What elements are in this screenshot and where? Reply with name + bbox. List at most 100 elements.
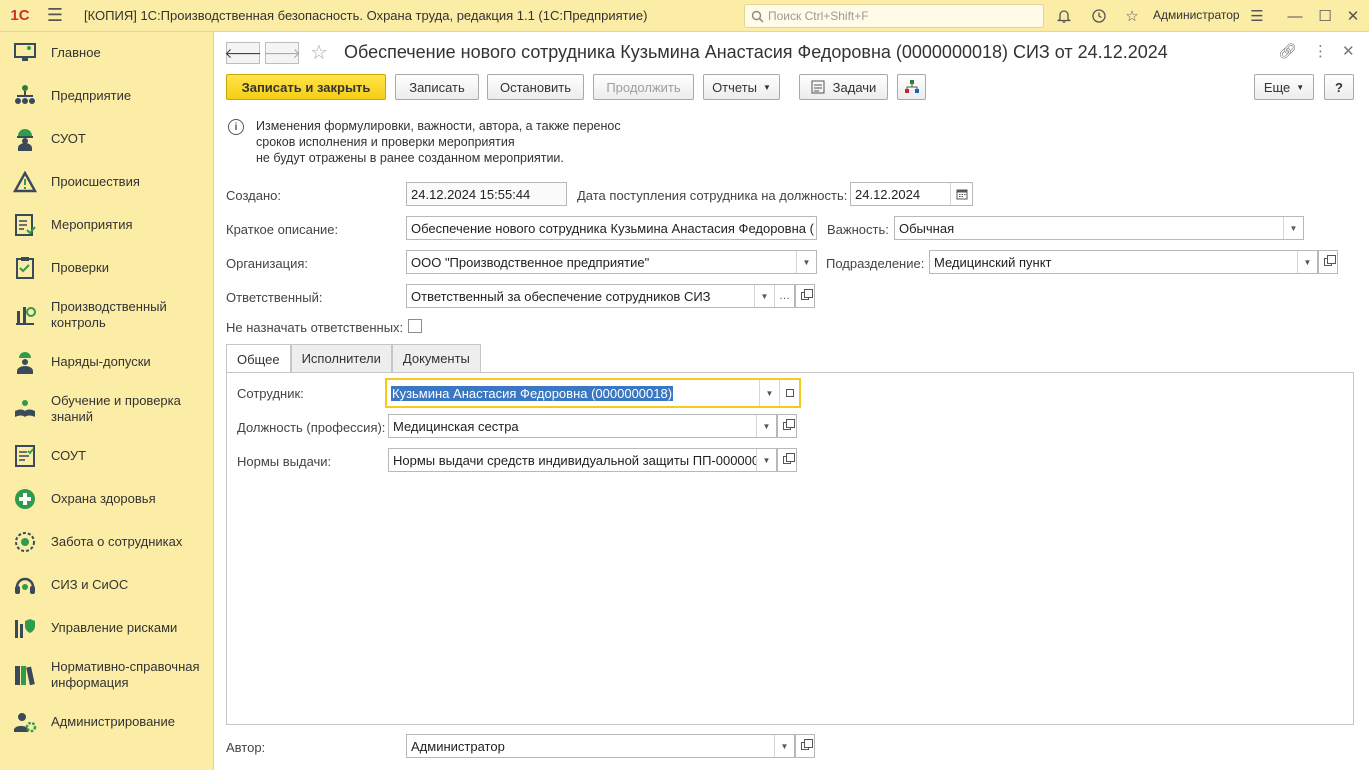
open-author-button[interactable] xyxy=(795,734,815,758)
sidebar-item-incidents[interactable]: Происшествия xyxy=(0,169,214,195)
forward-button[interactable]: 🡒 xyxy=(263,42,301,64)
tab-general[interactable]: Общее xyxy=(226,344,291,373)
monitor-icon xyxy=(12,40,38,66)
sidebar-item-risk-management[interactable]: Управление рисками xyxy=(0,615,214,641)
link-icon[interactable]: 🔗︎ xyxy=(1278,42,1297,60)
clipboard-icon xyxy=(12,255,38,281)
sidebar-item-inspections[interactable]: Проверки xyxy=(0,255,214,281)
care-icon xyxy=(12,529,38,555)
position-label: Должность (профессия): xyxy=(237,420,386,435)
ellipsis-icon[interactable]: … xyxy=(774,285,794,307)
open-division-button[interactable] xyxy=(1318,250,1338,274)
sidebar-item-reference[interactable]: Нормативно-справочная информация xyxy=(0,658,214,692)
hire-date-label: Дата поступления сотрудника на должность… xyxy=(577,188,848,203)
sidebar-item-ppe[interactable]: СИЗ и СиОС xyxy=(0,572,214,598)
dropdown-arrow-icon: ▼ xyxy=(763,82,771,92)
history-icon[interactable] xyxy=(1088,5,1110,27)
stop-button[interactable]: Остановить xyxy=(487,74,584,100)
responsible-value: Ответственный за обеспечение сотрудников… xyxy=(411,288,711,304)
close-form-icon[interactable]: ✕ xyxy=(1342,42,1355,60)
dropdown-arrow-icon[interactable]: ▼ xyxy=(756,449,776,471)
open-employee-button[interactable] xyxy=(779,380,799,406)
issue-norms-select[interactable]: Нормы выдачи средств индивидуальной защи… xyxy=(388,448,777,472)
organization-label: Организация: xyxy=(226,256,309,271)
1c-logo[interactable]: 1С xyxy=(0,0,40,32)
settings-menu-icon[interactable]: ☰ xyxy=(1246,5,1268,27)
short-description-label: Краткое описание: xyxy=(226,222,339,237)
hierarchy-icon xyxy=(904,80,919,93)
no-responsible-checkbox[interactable] xyxy=(408,319,422,333)
info-line: сроков исполнения и проверки мероприятия xyxy=(256,135,515,149)
position-select[interactable]: Медицинская сестра ▼ xyxy=(388,414,777,438)
dropdown-arrow-icon[interactable]: ▼ xyxy=(759,380,779,406)
dropdown-arrow-icon[interactable]: ▼ xyxy=(774,735,794,757)
author-label: Автор: xyxy=(226,740,266,755)
open-icon xyxy=(783,419,795,430)
back-button[interactable]: 🡐 xyxy=(224,42,262,64)
calendar-icon[interactable] xyxy=(950,183,972,205)
short-description-field[interactable]: Обеспечение нового сотрудника Кузьмина А… xyxy=(406,216,817,240)
reports-button[interactable]: Отчеты ▼ xyxy=(703,74,780,100)
main-menu-icon[interactable]: ☰ xyxy=(40,0,70,32)
sidebar-item-employee-care[interactable]: Забота о сотрудниках xyxy=(0,529,214,555)
author-select[interactable]: Администратор ▼ xyxy=(406,734,795,758)
continue-button[interactable]: Продолжить xyxy=(593,74,694,100)
open-icon xyxy=(1324,255,1336,266)
tab-executors[interactable]: Исполнители xyxy=(290,344,392,372)
minimize-icon[interactable]: — xyxy=(1284,5,1306,27)
structure-button[interactable] xyxy=(897,74,926,100)
tab-panel-general: Сотрудник: Кузьмина Анастасия Федоровна … xyxy=(226,372,1354,725)
more-vertical-icon[interactable]: ⋮ xyxy=(1313,42,1328,60)
sidebar-item-training[interactable]: Обучение и проверка знаний xyxy=(0,392,214,426)
sidebar-item-administration[interactable]: Администрирование xyxy=(0,709,214,735)
hire-date-field[interactable]: 24.12.2024 xyxy=(850,182,973,206)
assessment-icon xyxy=(12,443,38,469)
tasks-button[interactable]: Задачи xyxy=(799,74,888,100)
help-button[interactable]: ? xyxy=(1324,74,1354,100)
open-responsible-button[interactable] xyxy=(795,284,815,308)
open-issue-norms-button[interactable] xyxy=(777,448,797,472)
current-user[interactable]: Администратор xyxy=(1153,8,1240,22)
dropdown-arrow-icon[interactable]: ▼ xyxy=(756,415,776,437)
employee-select[interactable]: Кузьмина Анастасия Федоровна (0000000018… xyxy=(385,378,801,408)
maximize-icon[interactable]: ☐ xyxy=(1314,5,1336,27)
division-label: Подразделение: xyxy=(826,256,925,271)
sidebar-item-production-control[interactable]: Производственный контроль xyxy=(0,298,214,332)
dropdown-arrow-icon[interactable]: ▼ xyxy=(796,251,816,273)
no-responsible-label: Не назначать ответственных: xyxy=(226,320,404,335)
sidebar-item-main[interactable]: Главное xyxy=(0,40,214,66)
ppe-icon xyxy=(12,572,38,598)
employee-label: Сотрудник: xyxy=(237,386,304,401)
open-position-button[interactable] xyxy=(777,414,797,438)
favorite-star-icon[interactable]: ☆ xyxy=(310,40,328,65)
more-actions-button[interactable]: Еще ▼ xyxy=(1254,74,1314,100)
dropdown-arrow-icon[interactable]: ▼ xyxy=(1297,251,1317,273)
sidebar-item-health[interactable]: Охрана здоровья xyxy=(0,486,214,512)
sidebar-item-label: Проверки xyxy=(51,260,109,275)
organization-select[interactable]: ООО "Производственное предприятие" ▼ xyxy=(406,250,817,274)
save-button[interactable]: Записать xyxy=(395,74,479,100)
save-and-close-button[interactable]: Записать и закрыть xyxy=(226,74,386,100)
sidebar-item-label: Происшествия xyxy=(51,174,140,189)
created-field: 24.12.2024 15:55:44 xyxy=(406,182,567,206)
dropdown-arrow-icon[interactable]: ▼ xyxy=(1283,217,1303,239)
checklist-icon xyxy=(12,212,38,238)
importance-value: Обычная xyxy=(899,220,955,236)
responsible-select[interactable]: Ответственный за обеспечение сотрудников… xyxy=(406,284,795,308)
sidebar-item-label: Охрана здоровья xyxy=(51,491,156,506)
sidebar-item-suot[interactable]: СУОТ xyxy=(0,126,214,152)
division-select[interactable]: Медицинский пункт ▼ xyxy=(929,250,1318,274)
close-icon[interactable]: ✕ xyxy=(1342,5,1364,27)
sidebar-item-label: Нормативно-справочная информация xyxy=(51,659,200,690)
favorites-star-icon[interactable]: ☆ xyxy=(1121,5,1143,27)
sidebar-item-sout[interactable]: СОУТ xyxy=(0,443,214,469)
importance-select[interactable]: Обычная ▼ xyxy=(894,216,1304,240)
sidebar-item-activities[interactable]: Мероприятия xyxy=(0,212,214,238)
tab-documents[interactable]: Документы xyxy=(391,344,481,372)
importance-label: Важность: xyxy=(827,222,889,237)
dropdown-arrow-icon[interactable]: ▼ xyxy=(754,285,774,307)
sidebar-item-work-permits[interactable]: Наряды-допуски xyxy=(0,349,214,375)
search-input[interactable]: Поиск Ctrl+Shift+F xyxy=(744,4,1044,28)
bell-icon[interactable] xyxy=(1053,5,1075,27)
sidebar-item-enterprise[interactable]: Предприятие xyxy=(0,83,214,109)
